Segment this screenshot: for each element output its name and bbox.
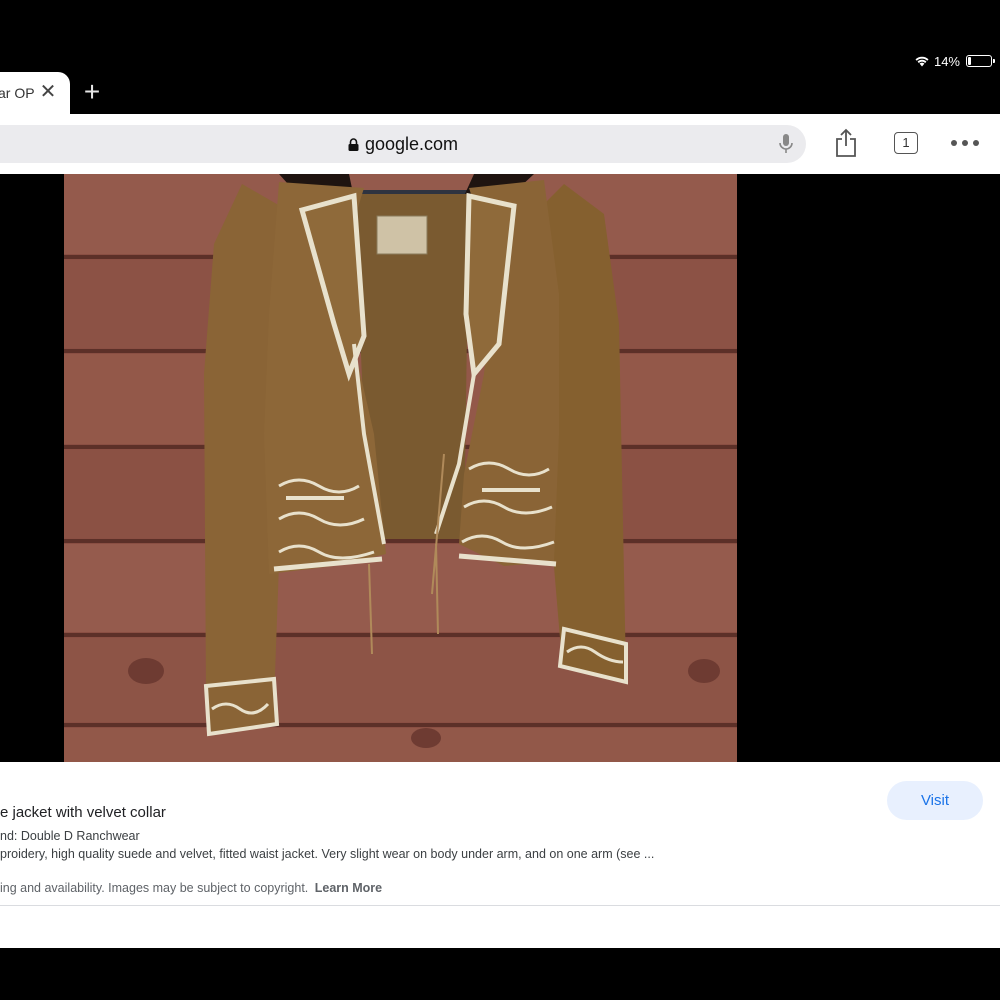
result-description: proidery, high quality suede and velvet,… [0, 847, 655, 861]
battery-icon [966, 55, 995, 67]
battery-percent: 14% [933, 53, 960, 69]
wifi-icon [915, 56, 929, 67]
browser-screen: 14% ar OP ✕ + google.com 1 e jacket with… [0, 0, 1000, 1000]
copyright-note: ing and availability. Images may be subj… [0, 881, 382, 895]
microphone-icon[interactable] [776, 133, 796, 155]
browser-tab[interactable]: ar OP ✕ [0, 72, 70, 114]
more-icon [951, 140, 979, 146]
status-bar: 14% [914, 50, 995, 72]
jacket-label [376, 215, 428, 255]
close-tab-icon[interactable]: ✕ [38, 82, 58, 102]
address-bar[interactable]: google.com [0, 125, 806, 163]
more-button[interactable] [948, 128, 982, 158]
right-pocket [482, 488, 540, 492]
address-text-group: google.com [348, 134, 458, 155]
visit-button[interactable]: Visit [887, 781, 983, 820]
image-info-panel: e jacket with velvet collar nd: Double D… [0, 762, 1000, 948]
new-tab-button[interactable]: + [78, 78, 106, 106]
image-viewer [0, 174, 1000, 762]
tab-count: 1 [894, 132, 918, 154]
jacket-photo[interactable] [64, 174, 737, 762]
tab-strip: ar OP ✕ + [0, 72, 1000, 114]
result-title[interactable]: e jacket with velvet collar [0, 804, 166, 821]
address-url: google.com [364, 133, 459, 154]
lock-icon [348, 137, 359, 151]
battery-fill [968, 57, 971, 65]
share-icon [836, 128, 856, 157]
copyright-text: ing and availability. Images may be subj… [0, 881, 309, 895]
tab-title: ar OP [0, 85, 35, 101]
result-brand: nd: Double D Ranchwear [0, 829, 140, 843]
divider [0, 905, 1000, 906]
tab-switcher-button[interactable]: 1 [891, 128, 921, 158]
left-pocket [286, 496, 344, 500]
browser-toolbar: google.com 1 [0, 114, 1000, 174]
share-button[interactable] [831, 128, 861, 158]
learn-more-link[interactable]: Learn More [315, 881, 382, 895]
